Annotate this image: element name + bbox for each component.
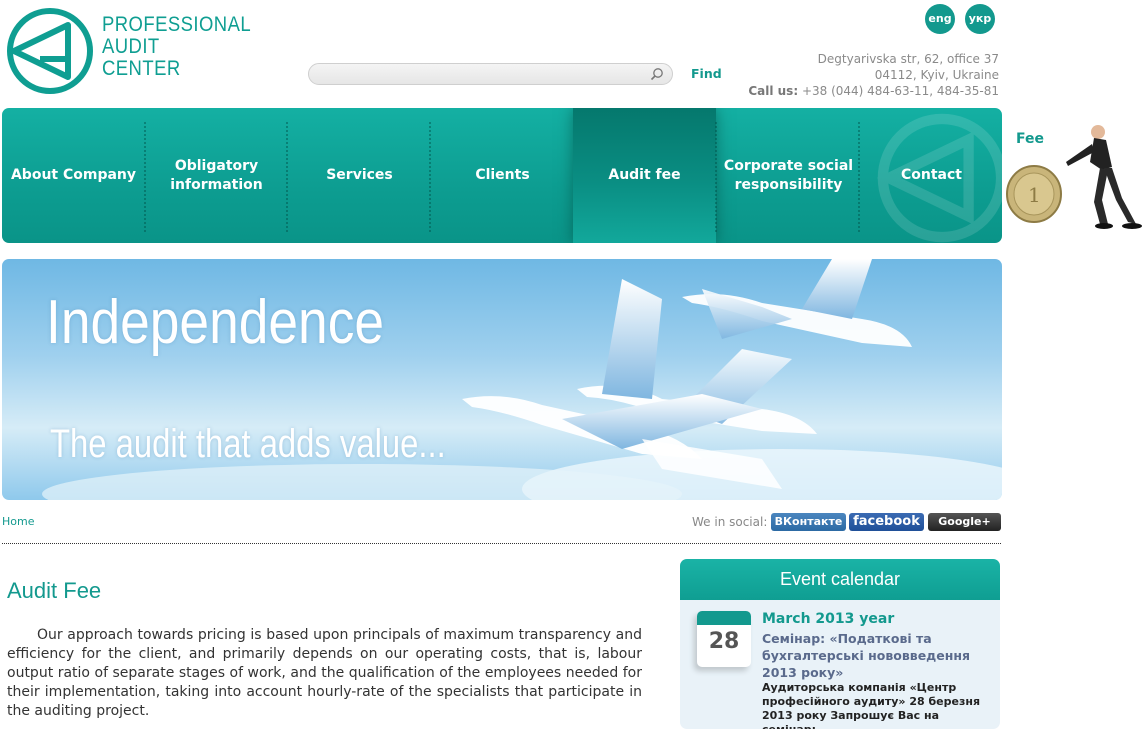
- main-nav: About Company Obligatory information Ser…: [2, 108, 1002, 243]
- search-icon[interactable]: [650, 67, 664, 81]
- hero-banner: Independence The audit that adds value..…: [2, 259, 1002, 500]
- content-paragraph: Our approach towards pricing is based up…: [7, 627, 642, 719]
- call-us-label: Call us:: [748, 84, 799, 98]
- search-input[interactable]: [319, 65, 643, 86]
- nav-item-corporate-social-responsibility[interactable]: Corporate social responsibility: [717, 108, 860, 243]
- nav-item-about-company[interactable]: About Company: [2, 108, 145, 243]
- logo-text: PROFESSIONAL AUDIT CENTER: [102, 14, 251, 80]
- calendar-date-header: [697, 611, 751, 625]
- lang-ukr-button[interactable]: укр: [965, 4, 995, 34]
- address-line-1: Degtyarivska str, 62, office 37: [817, 52, 999, 66]
- banner-title: Independence: [46, 288, 385, 357]
- svg-text:1: 1: [1028, 183, 1041, 207]
- nav-item-audit-fee[interactable]: Audit fee: [573, 108, 716, 243]
- logo-icon: [7, 8, 93, 94]
- page-title: Audit Fee: [7, 578, 102, 603]
- logo-line-3: CENTER: [102, 57, 181, 80]
- lang-eng-button[interactable]: eng: [925, 4, 955, 34]
- logo-line-2: AUDIT: [102, 35, 160, 58]
- find-button[interactable]: Find: [691, 66, 722, 81]
- calendar-date-icon: 28: [697, 611, 751, 667]
- nav-item-contact[interactable]: Contact: [860, 108, 1002, 243]
- contact-address: Degtyarivska str, 62, office 37 04112, K…: [748, 51, 999, 99]
- logo[interactable]: [6, 7, 94, 99]
- event-description: Аудиторська компанія «Центр професійного…: [762, 681, 981, 729]
- banner-subtitle: The audit that adds value...: [50, 422, 446, 466]
- social-label: We in social:: [692, 515, 768, 529]
- phone-numbers: +38 (044) 484-63-11, 484-35-81: [798, 84, 999, 98]
- address-line-2: 04112, Kyiv, Ukraine: [874, 68, 999, 82]
- event-title-link[interactable]: Семінар: «Податкові та бухгалтерські нов…: [762, 630, 982, 681]
- nav-item-services[interactable]: Services: [288, 108, 431, 243]
- logo-line-1: PROFESSIONAL: [102, 13, 252, 36]
- search-box: [308, 63, 673, 86]
- facebook-button[interactable]: facebook: [849, 513, 924, 531]
- calendar-month: March 2013 year: [762, 611, 895, 627]
- calendar-day: 28: [708, 629, 740, 654]
- event-calendar-title: Event calendar: [680, 559, 1000, 600]
- breadcrumb-home-link[interactable]: Home: [2, 515, 34, 528]
- nav-item-obligatory-information[interactable]: Obligatory information: [145, 108, 288, 243]
- google-plus-button[interactable]: Google+: [928, 513, 1001, 531]
- divider: [2, 543, 1001, 544]
- vkontakte-button[interactable]: ВКонтакте: [771, 513, 846, 531]
- phone-line: Call us: +38 (044) 484-63-11, 484-35-81: [748, 83, 999, 99]
- event-calendar: Event calendar 28 March 2013 year Семіна…: [680, 559, 1000, 729]
- fee-label: Fee: [1016, 131, 1044, 147]
- nav-item-clients[interactable]: Clients: [431, 108, 574, 243]
